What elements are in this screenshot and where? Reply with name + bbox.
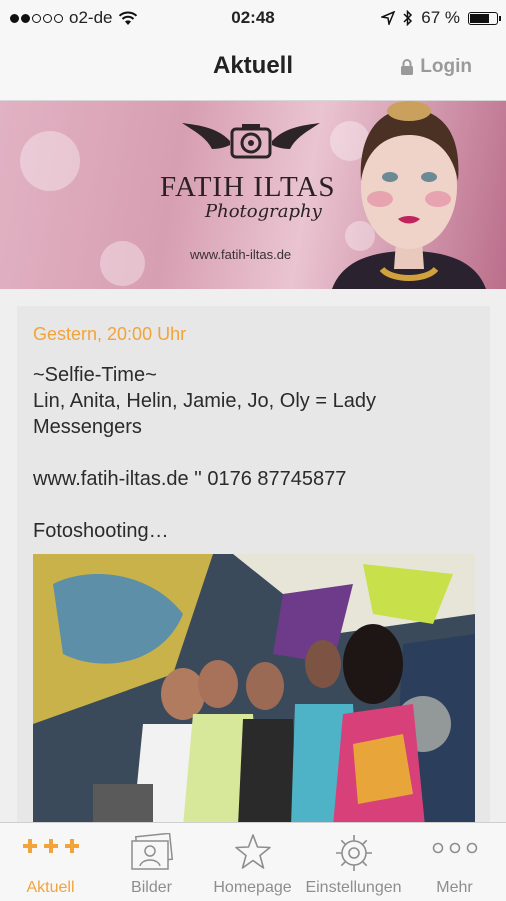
navigation-bar: Aktuell Login	[0, 36, 506, 101]
tab-aktuell[interactable]: Aktuell	[0, 823, 101, 901]
lock-icon	[401, 58, 414, 75]
model-portrait-image	[332, 101, 486, 289]
location-arrow-icon	[381, 11, 396, 25]
tab-einstellungen[interactable]: Einstellungen	[303, 823, 404, 901]
tab-label: Homepage	[213, 879, 292, 896]
star-icon	[234, 834, 271, 869]
post-photo[interactable]	[33, 554, 475, 826]
winged-camera-logo	[182, 123, 320, 159]
tab-label: Aktuell	[26, 879, 75, 896]
battery-percent: 67 %	[421, 8, 460, 27]
brand-name: FATIH ILTAS	[160, 171, 336, 203]
more-dots-icon	[432, 842, 477, 854]
tab-label: Bilder	[131, 879, 172, 896]
tab-label: Einstellungen	[305, 879, 402, 896]
login-label: Login	[420, 56, 472, 77]
post-text: ~Selfie-Time~ Lin, Anita, Helin, Jamie, …	[33, 364, 376, 542]
photo-icon	[130, 833, 173, 870]
tab-bilder[interactable]: Bilder	[101, 823, 202, 901]
plus-plus-plus-icon	[22, 839, 79, 853]
news-post-card[interactable]: Gestern, 20:00 Uhr ~Selfie-Time~ Lin, An…	[17, 306, 490, 826]
brand-url: www.fatih-iltas.de	[190, 247, 292, 262]
tab-bar: Aktuell Bilder Homepage Einstellungen Me…	[0, 822, 506, 901]
bluetooth-icon	[403, 10, 413, 26]
gear-icon	[335, 835, 372, 871]
battery-icon	[468, 11, 501, 25]
header-banner: FATIH ILTAS Photography www.fatih-iltas.…	[0, 101, 506, 289]
tab-label: Mehr	[436, 879, 473, 896]
login-button[interactable]: Login	[400, 56, 472, 78]
status-right: 67 %	[381, 8, 501, 28]
brand-subtitle: Photography	[205, 201, 322, 222]
tab-homepage[interactable]: Homepage	[202, 823, 303, 901]
post-date: Gestern, 20:00 Uhr	[33, 324, 187, 344]
tab-mehr[interactable]: Mehr	[404, 823, 505, 901]
status-bar: o2-de 02:48 67 %	[0, 0, 506, 36]
